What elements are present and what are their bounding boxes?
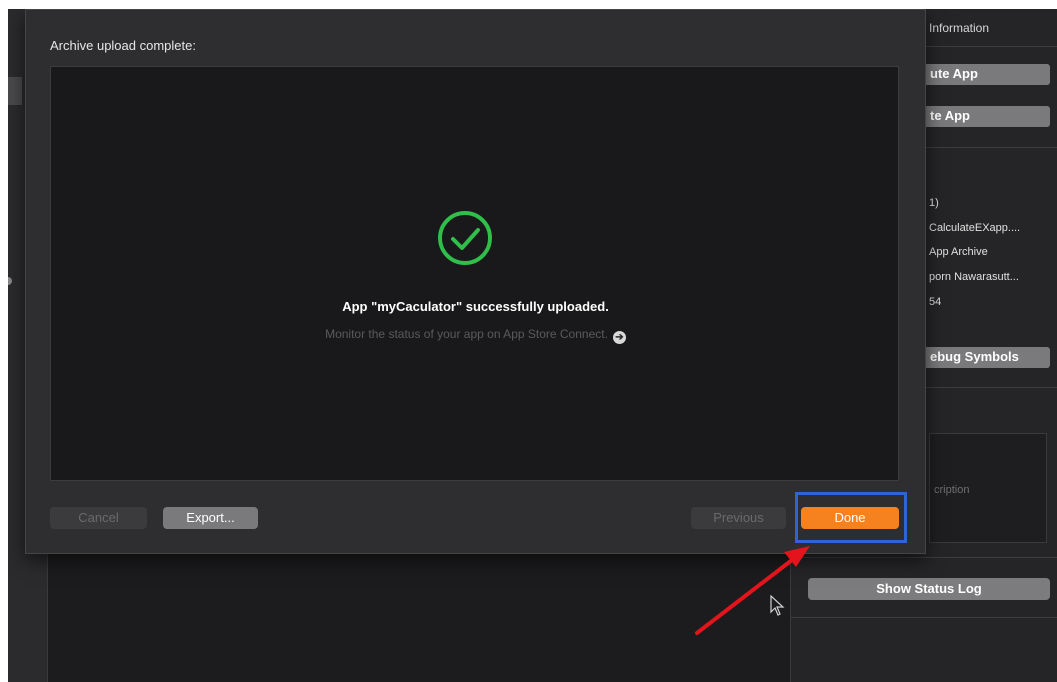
arrow-right-circle-icon[interactable]: ➔ (612, 331, 626, 344)
xcode-window: Information ute App te App 1) CalculateE… (8, 9, 1057, 682)
sheet-content: App "myCaculator" successfully uploaded.… (50, 66, 899, 481)
success-message: App "myCaculator" successfully uploaded. (342, 299, 609, 314)
distribute-app-button[interactable]: ute App (924, 64, 1050, 85)
validate-app-button[interactable]: te App (924, 106, 1050, 127)
info-type: App Archive (929, 246, 988, 258)
info-team: porn Nawarasutt... (929, 271, 1019, 283)
mouse-cursor-icon (770, 595, 785, 616)
previous-button[interactable]: Previous (691, 507, 786, 529)
info-version: 1) (929, 197, 939, 209)
cancel-button[interactable]: Cancel (50, 507, 147, 529)
upload-complete-sheet: Archive upload complete: App "myCaculato… (25, 9, 926, 554)
description-field[interactable]: cription (929, 433, 1047, 543)
show-status-log-button[interactable]: Show Status Log (808, 578, 1050, 600)
sheet-title: Archive upload complete: (50, 38, 196, 53)
panel-header-label: Information (929, 21, 990, 35)
download-debug-symbols-button[interactable]: ebug Symbols (924, 347, 1050, 368)
sidebar-dot-icon (8, 277, 12, 285)
export-button[interactable]: Export... (163, 507, 258, 529)
done-button[interactable]: Done (801, 507, 899, 529)
checkmark-circle-icon (438, 211, 492, 265)
status-hint-text: Monitor the status of your app on App St… (325, 327, 608, 341)
panel-divider (791, 617, 1057, 618)
info-architecture: 54 (929, 296, 942, 308)
panel-divider (791, 557, 1057, 558)
sidebar-selection[interactable] (8, 77, 22, 105)
description-placeholder: cription (934, 484, 970, 496)
status-hint: Monitor the status of your app on App St… (51, 327, 900, 344)
info-identifier: CalculateEXapp.... (929, 222, 1021, 234)
